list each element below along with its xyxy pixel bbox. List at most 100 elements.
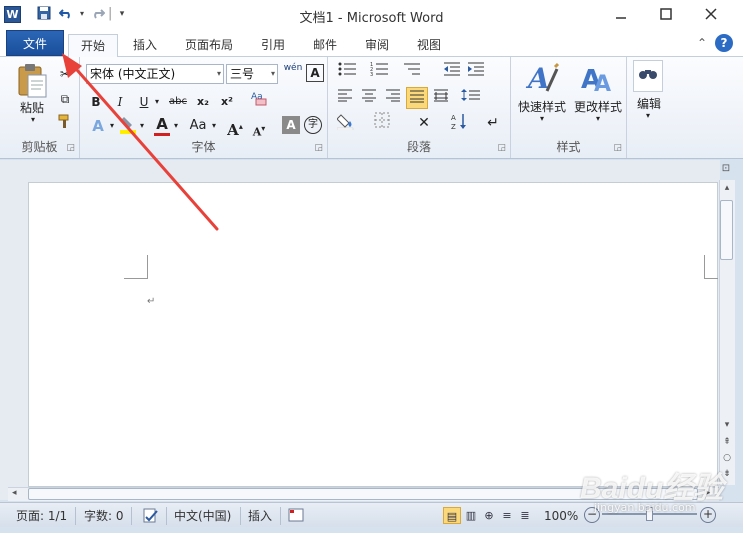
shrink-font-button[interactable]: A▾ [250, 117, 268, 139]
phonetic-guide-icon[interactable]: wén [282, 63, 304, 85]
word-count[interactable]: 字数: 0 [84, 508, 124, 524]
draft-icon[interactable]: ≣ [516, 507, 534, 524]
insert-mode[interactable]: 插入 [248, 508, 272, 524]
highlight-icon[interactable] [118, 115, 138, 137]
close-icon[interactable] [696, 4, 726, 26]
grow-font-button[interactable]: A▴ [226, 115, 244, 139]
clipboard-launcher-icon[interactable]: ◲ [66, 143, 75, 153]
align-right-icon[interactable] [382, 87, 404, 109]
font-size-dropdown-icon[interactable]: ▾ [271, 65, 275, 83]
clear-formatting-icon[interactable]: Aa [248, 89, 270, 111]
char-border-icon[interactable]: A [306, 64, 324, 82]
outline-icon[interactable]: ≡ [498, 507, 516, 524]
superscript-button[interactable]: x² [216, 91, 238, 113]
help-icon[interactable]: ? [715, 34, 733, 52]
text-effects-dropdown-icon[interactable]: ▾ [108, 115, 116, 137]
font-name-box[interactable]: 宋体 (中文正文) ▾ [86, 64, 224, 84]
quick-styles-icon[interactable]: A [525, 61, 560, 95]
macro-record-icon[interactable] [288, 508, 304, 524]
styles-launcher-icon[interactable]: ◲ [613, 143, 622, 153]
scroll-up-icon[interactable]: ▴ [721, 183, 733, 193]
change-styles-icon[interactable]: AA [579, 61, 613, 97]
shading-icon[interactable] [334, 112, 362, 134]
paste-button[interactable]: 粘贴 [10, 99, 54, 116]
editing-button[interactable]: 编辑 [629, 95, 669, 112]
numbering-icon[interactable]: 123 [366, 61, 394, 83]
subscript-button[interactable]: x₂ [192, 91, 214, 113]
sort-icon[interactable]: AZ [448, 112, 472, 134]
decrease-indent-icon[interactable] [440, 61, 464, 83]
highlight-dropdown-icon[interactable]: ▾ [138, 115, 146, 137]
tab-file[interactable]: 文件 [6, 30, 64, 56]
line-spacing-icon[interactable] [458, 87, 484, 109]
minimize-ribbon-icon[interactable]: ⌃ [697, 36, 707, 50]
scroll-right-icon[interactable]: ▸ [706, 488, 711, 498]
font-size-box[interactable]: 三号 ▾ [226, 64, 278, 84]
scroll-left-icon[interactable]: ◂ [12, 488, 17, 498]
document-page[interactable] [28, 182, 718, 487]
editing-dropdown-icon[interactable]: ▾ [643, 111, 653, 120]
quick-styles-dropdown-icon[interactable]: ▾ [537, 114, 547, 123]
quick-styles-button[interactable]: 快速样式 [513, 98, 571, 115]
tab-page-layout[interactable]: 页面布局 [176, 34, 242, 57]
text-effects-icon[interactable]: A [86, 115, 110, 137]
font-color-icon[interactable]: A [152, 113, 172, 135]
align-center-icon[interactable] [358, 87, 380, 109]
next-page-icon[interactable]: ⇟ [721, 469, 733, 479]
view-ruler-icon[interactable]: ⊡ [719, 163, 733, 179]
zoom-in-button[interactable]: + [700, 507, 716, 523]
font-name-dropdown-icon[interactable]: ▾ [217, 65, 221, 83]
multilevel-list-icon[interactable] [398, 61, 426, 83]
proofing-icon[interactable] [142, 508, 160, 524]
tab-insert[interactable]: 插入 [122, 34, 168, 57]
language-indicator[interactable]: 中文(中国) [174, 508, 231, 524]
format-painter-icon[interactable] [56, 113, 74, 135]
browse-object-icon[interactable]: ○ [721, 453, 733, 463]
font-color-dropdown-icon[interactable]: ▾ [172, 115, 180, 137]
enclose-char-icon[interactable]: 字 [304, 116, 322, 134]
copy-icon[interactable]: ⧉ [56, 88, 74, 110]
italic-button[interactable]: I [110, 91, 130, 113]
print-layout-icon[interactable]: ▤ [443, 507, 461, 524]
vertical-scroll-thumb[interactable] [720, 200, 733, 260]
borders-icon[interactable] [368, 112, 396, 134]
paragraph-launcher-icon[interactable]: ◲ [497, 143, 506, 153]
change-styles-dropdown-icon[interactable]: ▾ [593, 114, 603, 123]
minimize-icon[interactable] [606, 4, 636, 26]
bullets-icon[interactable] [334, 61, 362, 83]
tab-view[interactable]: 视图 [406, 34, 452, 57]
cut-icon[interactable]: ✂ [56, 63, 74, 85]
chinese-layout-icon[interactable]: ✕ [410, 112, 438, 134]
zoom-level[interactable]: 100% [544, 508, 578, 524]
show-marks-icon[interactable]: ↵ [482, 112, 504, 134]
underline-button[interactable]: U [134, 91, 154, 113]
maximize-icon[interactable] [651, 4, 681, 26]
change-case-button[interactable]: Aa [186, 115, 210, 137]
underline-dropdown-icon[interactable]: ▾ [153, 91, 161, 113]
justify-icon[interactable] [406, 87, 428, 109]
horizontal-scroll-thumb[interactable] [28, 488, 698, 500]
increase-indent-icon[interactable] [464, 61, 488, 83]
page-count[interactable]: 页面: 1/1 [16, 508, 67, 524]
font-launcher-icon[interactable]: ◲ [314, 143, 323, 153]
zoom-out-button[interactable]: − [584, 507, 600, 523]
web-layout-icon[interactable]: ⊕ [480, 507, 498, 524]
change-styles-button[interactable]: 更改样式 [569, 98, 627, 115]
bold-button[interactable]: B [86, 91, 106, 113]
distributed-icon[interactable] [430, 87, 452, 109]
scroll-down-icon[interactable]: ▾ [721, 420, 733, 430]
char-shading-icon[interactable]: A [282, 116, 300, 134]
tab-mailings[interactable]: 邮件 [302, 34, 348, 57]
find-binoculars-icon[interactable] [633, 60, 663, 92]
align-left-icon[interactable] [334, 87, 356, 109]
paste-dropdown-icon[interactable]: ▾ [28, 115, 38, 124]
full-screen-reading-icon[interactable]: ▥ [462, 507, 480, 524]
tab-review[interactable]: 审阅 [354, 34, 400, 57]
tab-references[interactable]: 引用 [250, 34, 296, 57]
strikethrough-button[interactable]: abc [166, 91, 190, 113]
tab-home[interactable]: 开始 [68, 34, 118, 58]
change-case-dropdown-icon[interactable]: ▾ [210, 115, 218, 137]
previous-page-icon[interactable]: ⇞ [721, 437, 733, 447]
paste-icon[interactable] [14, 61, 50, 99]
zoom-slider-thumb[interactable] [646, 507, 653, 521]
